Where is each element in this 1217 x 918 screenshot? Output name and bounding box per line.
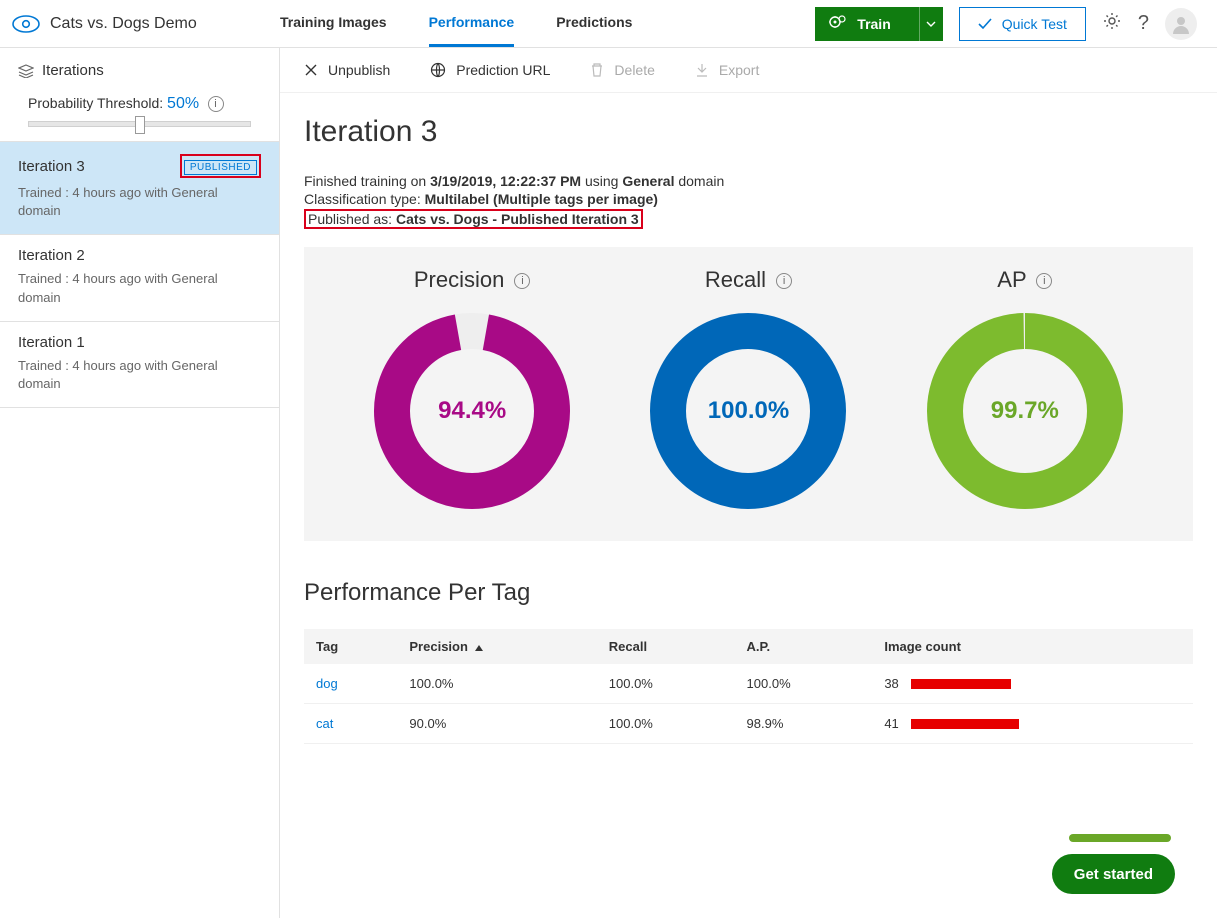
download-icon [695,62,709,78]
train-button-label: Train [857,16,890,32]
count-bar [911,679,1011,689]
cell-ap: 100.0% [735,664,873,704]
iterations-label: Iterations [42,62,104,79]
tab-predictions[interactable]: Predictions [556,0,632,47]
info-icon[interactable]: i [514,273,530,289]
recall-donut: 100.0% [648,311,848,511]
chevron-down-icon [926,21,936,27]
app-title: Cats vs. Dogs Demo [50,15,197,33]
precision-donut: 94.4% [372,311,572,511]
export-button: Export [695,62,759,78]
iteration-name: Iteration 1 [18,334,85,351]
check-icon [978,18,992,30]
iteration-name: Iteration 3 [18,158,85,175]
export-label: Export [719,62,759,78]
count-bar [911,719,1019,729]
col-recall[interactable]: Recall [597,629,735,664]
published-badge: PUBLISHED [184,160,257,175]
customvision-logo-icon [12,15,40,33]
iterations-sidebar: Iterations Probability Threshold: 50% i … [0,48,280,918]
layers-icon [18,64,34,78]
main-content: Unpublish Prediction URL Delete Export I… [280,48,1217,918]
published-as-line-highlight: Published as: Cats vs. Dogs - Published … [304,209,1193,229]
recall-metric: Recall i 100.0% [648,267,848,511]
ap-metric: AP i 99.7% [925,267,1125,511]
tag-link-cat[interactable]: cat [316,716,333,731]
tag-link-dog[interactable]: dog [316,676,338,691]
col-tag[interactable]: Tag [304,629,397,664]
ap-donut: 99.7% [925,311,1125,511]
unpublish-button[interactable]: Unpublish [304,62,390,78]
progress-pill [1069,834,1171,842]
trash-icon [590,62,604,78]
train-button-group: Train [815,7,942,41]
ap-value: 99.7% [991,397,1059,425]
delete-label: Delete [614,62,654,78]
quick-test-label: Quick Test [1002,16,1067,32]
published-badge-highlight: PUBLISHED [180,154,261,178]
threshold-label: Probability Threshold: [28,95,167,111]
app-header: Cats vs. Dogs Demo Training Images Perfo… [0,0,1217,48]
quick-test-button[interactable]: Quick Test [959,7,1086,41]
cell-precision: 100.0% [397,664,596,704]
sidebar-item-iteration-2[interactable]: Iteration 2 Trained : 4 hours ago with G… [0,235,279,321]
close-icon [304,63,318,77]
help-icon[interactable]: ? [1138,12,1149,35]
metrics-panel: Precision i 94.4% Recall i 100.0% AP i [304,247,1193,541]
info-icon[interactable]: i [1036,273,1052,289]
table-row: cat 90.0% 100.0% 98.9% 41 [304,704,1193,744]
training-finished-line: Finished training on 3/19/2019, 12:22:37… [304,173,1193,189]
delete-button: Delete [590,62,654,78]
col-precision[interactable]: Precision [397,629,596,664]
train-button[interactable]: Train [815,7,918,41]
perf-per-tag-heading: Performance Per Tag [304,579,1193,607]
classification-type-line: Classification type: Multilabel (Multipl… [304,191,1193,207]
cell-precision: 90.0% [397,704,596,744]
sidebar-item-iteration-3[interactable]: Iteration 3 PUBLISHED Trained : 4 hours … [0,141,279,235]
get-started-button[interactable]: Get started [1052,854,1175,894]
prediction-url-button[interactable]: Prediction URL [430,62,550,78]
settings-gear-icon[interactable] [1102,11,1122,36]
iteration-subtitle: Trained : 4 hours ago with General domai… [18,357,248,393]
table-row: dog 100.0% 100.0% 100.0% 38 [304,664,1193,704]
cell-recall: 100.0% [597,664,735,704]
col-ap[interactable]: A.P. [735,629,873,664]
cell-ap: 98.9% [735,704,873,744]
iteration-toolbar: Unpublish Prediction URL Delete Export [280,48,1217,93]
recall-value: 100.0% [708,397,789,425]
globe-icon [430,62,446,78]
perf-per-tag-table: Tag Precision Recall A.P. Image count do… [304,629,1193,744]
cell-count: 38 [884,676,898,691]
cell-count: 41 [884,716,898,731]
tab-training-images[interactable]: Training Images [280,0,387,47]
info-icon[interactable]: i [208,96,224,112]
user-avatar[interactable] [1165,8,1197,40]
iteration-subtitle: Trained : 4 hours ago with General domai… [18,184,248,220]
threshold-slider[interactable] [28,121,251,127]
threshold-value: 50% [167,95,199,112]
iteration-subtitle: Trained : 4 hours ago with General domai… [18,270,248,306]
iteration-name: Iteration 2 [18,247,85,264]
gear-train-icon [829,14,847,33]
col-image-count[interactable]: Image count [872,629,1193,664]
sidebar-item-iteration-1[interactable]: Iteration 1 Trained : 4 hours ago with G… [0,322,279,408]
train-split-button[interactable] [919,7,943,41]
precision-metric: Precision i 94.4% [372,267,572,511]
probability-threshold: Probability Threshold: 50% i [0,89,279,141]
page-title: Iteration 3 [304,115,1193,149]
sort-up-icon [468,639,484,654]
info-icon[interactable]: i [776,273,792,289]
slider-thumb[interactable] [135,116,145,134]
tab-performance[interactable]: Performance [429,0,515,47]
iterations-header: Iterations [0,48,279,89]
precision-value: 94.4% [438,397,506,425]
unpublish-label: Unpublish [328,62,390,78]
prediction-url-label: Prediction URL [456,62,550,78]
cell-recall: 100.0% [597,704,735,744]
main-tabs: Training Images Performance Predictions [280,0,632,47]
